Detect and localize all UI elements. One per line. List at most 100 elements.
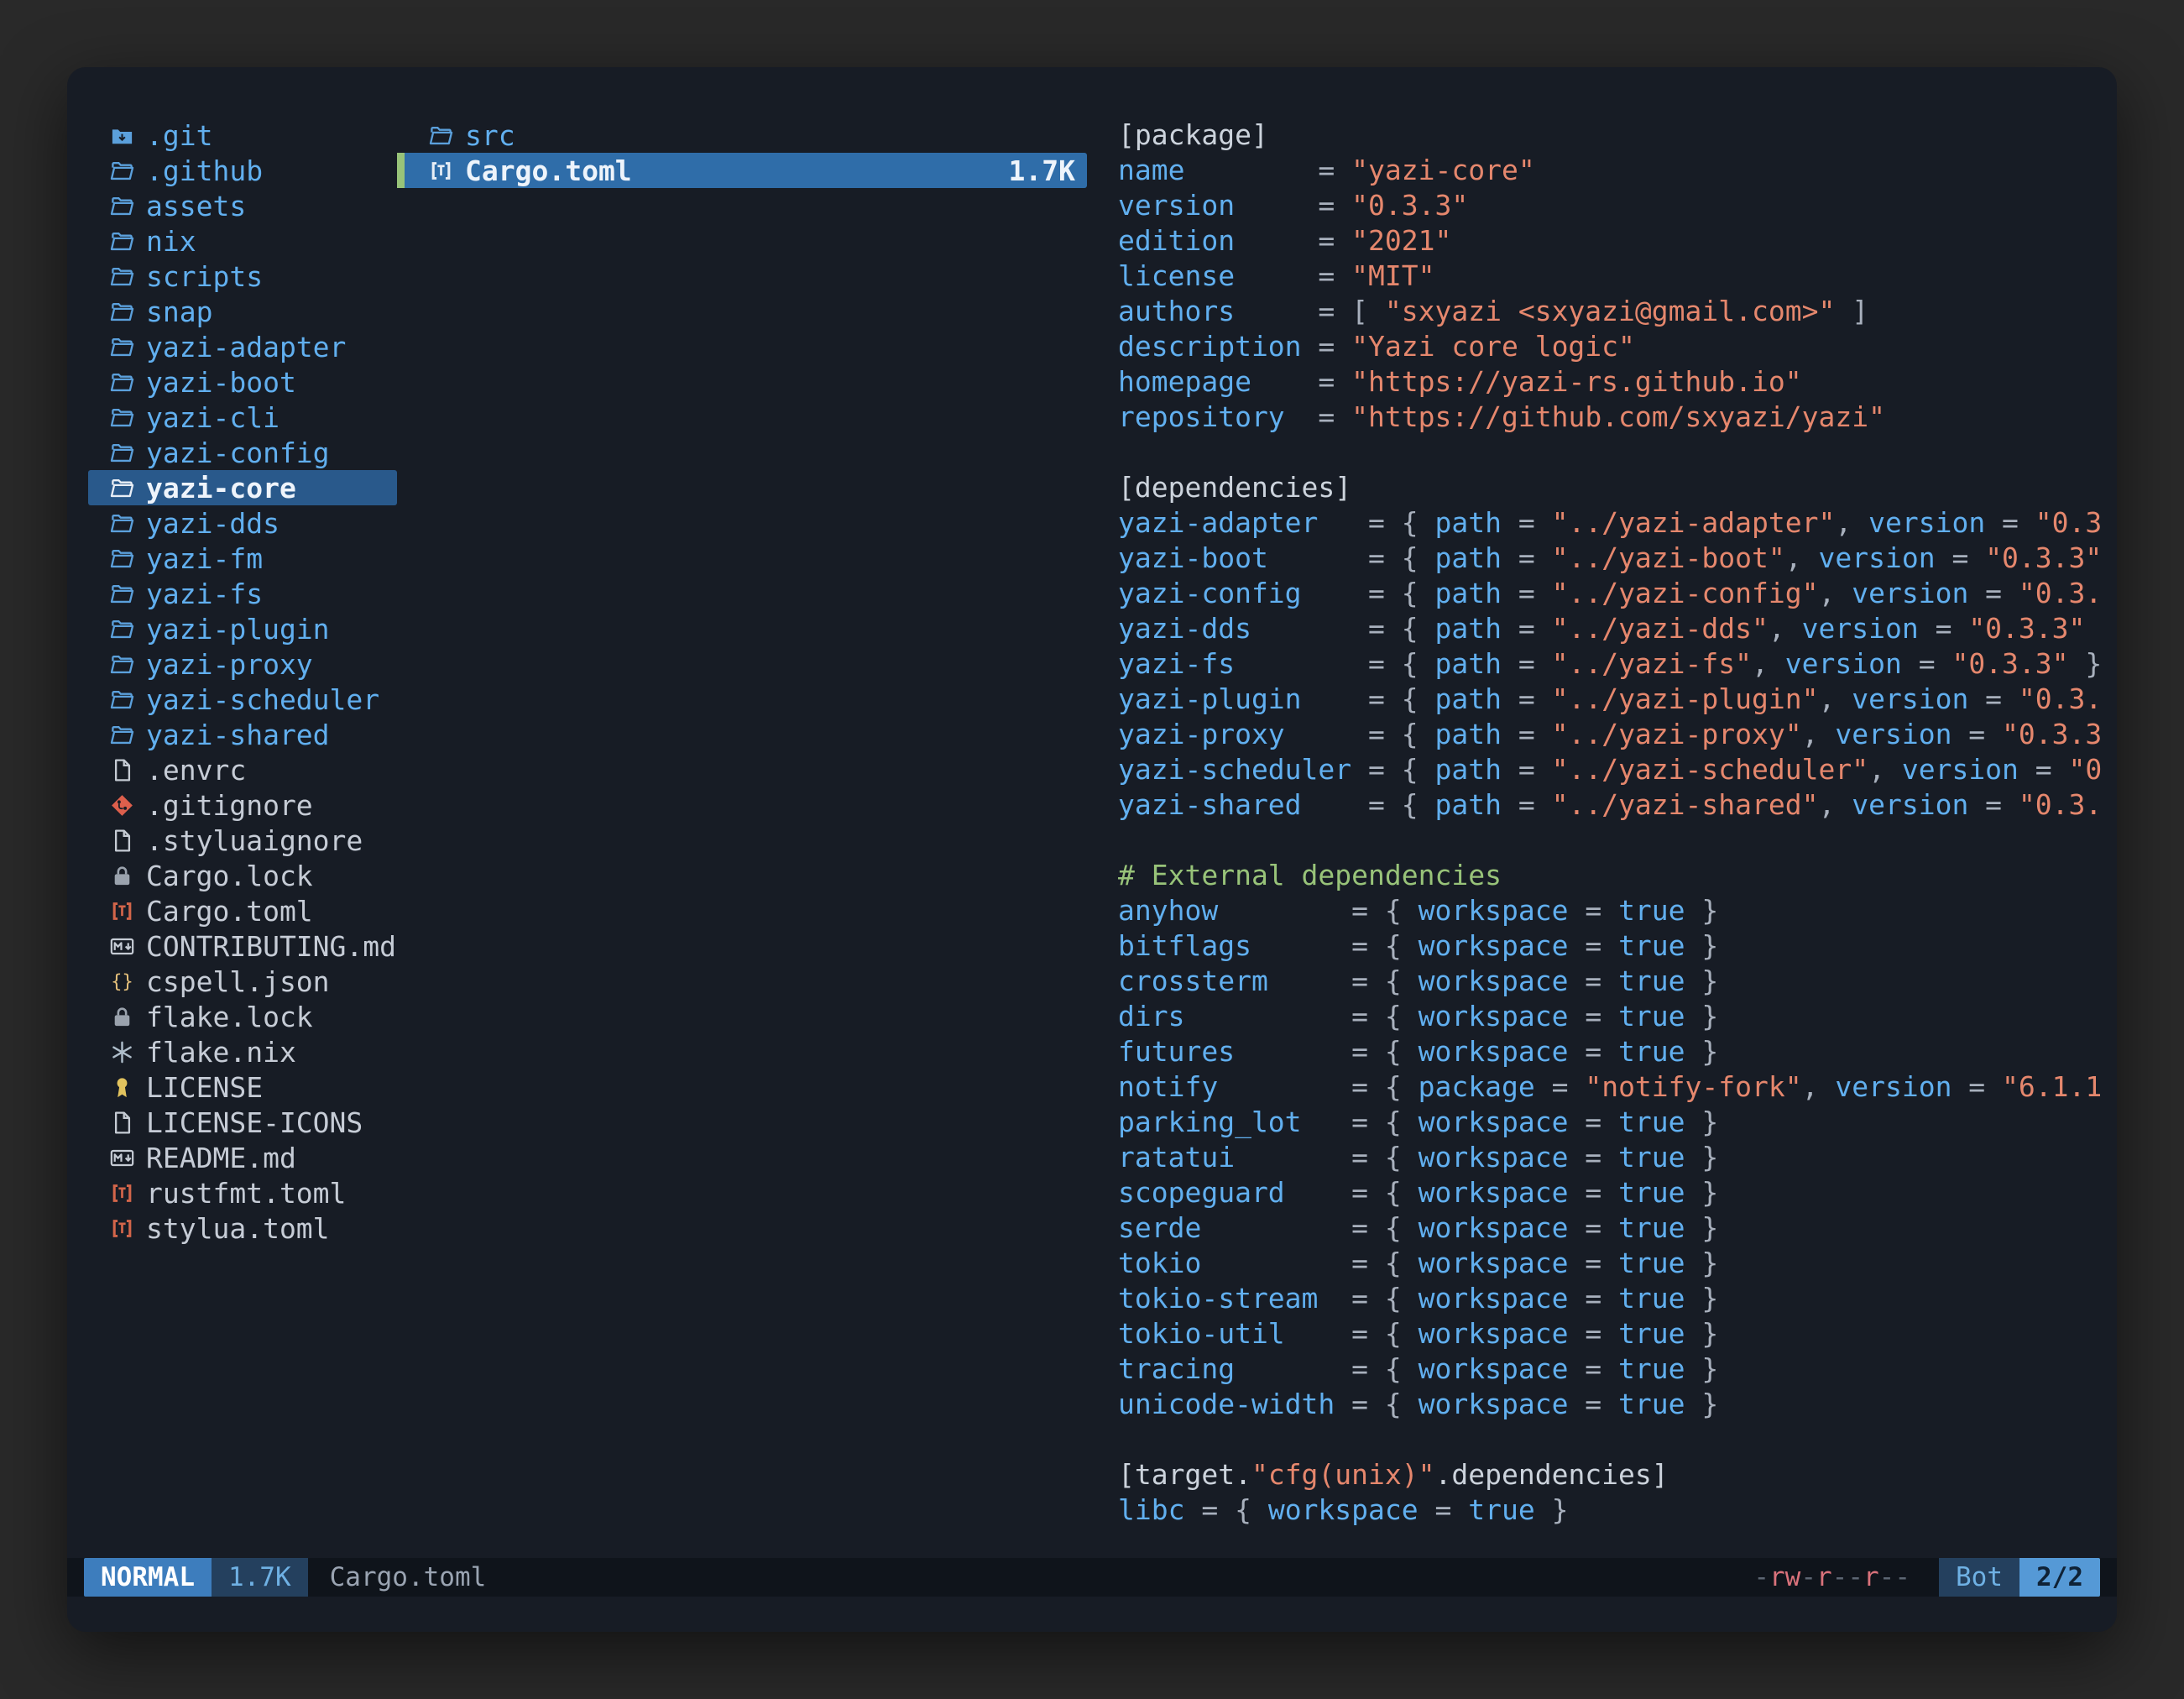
markdown-icon (109, 1145, 135, 1171)
file-row[interactable]: yazi-scheduler (88, 682, 397, 717)
file-row[interactable]: Cargo.toml (88, 893, 397, 928)
folder-icon (109, 158, 135, 184)
preview-line: yazi-plugin = { path = "../yazi-plugin",… (1118, 682, 2110, 717)
file-row[interactable]: Cargo.toml 1.7K (397, 153, 1087, 188)
preview-line (1118, 435, 2110, 470)
folder-icon (109, 264, 135, 290)
file-name: flake.nix (146, 1036, 296, 1069)
file-name: src (465, 119, 515, 152)
folder-icon (109, 616, 135, 642)
file-row[interactable]: yazi-fm (88, 541, 397, 576)
file-row[interactable]: .envrc (88, 752, 397, 787)
preview-line: notify = { package = "notify-fork", vers… (1118, 1069, 2110, 1105)
preview-line: scopeguard = { workspace = true } (1118, 1175, 2110, 1210)
file-row[interactable]: yazi-core (88, 470, 397, 505)
file-name: .git (146, 119, 212, 152)
file-row[interactable]: .styluaignore (88, 823, 397, 858)
preview-line: yazi-scheduler = { path = "../yazi-sched… (1118, 752, 2110, 787)
file-name: yazi-fs (146, 578, 263, 610)
file-row[interactable]: yazi-shared (88, 717, 397, 752)
preview-line: crossterm = { workspace = true } (1118, 964, 2110, 999)
lock-icon (109, 1004, 135, 1030)
git-icon (109, 792, 135, 818)
file-name: snap (146, 295, 212, 328)
file-row[interactable]: LICENSE-ICONS (88, 1105, 397, 1140)
folder-icon (109, 546, 135, 572)
file-row[interactable]: .gitignore (88, 787, 397, 823)
preview-line: authors = [ "sxyazi <sxyazi@gmail.com>" … (1118, 294, 2110, 329)
file-row[interactable]: yazi-fs (88, 576, 397, 611)
current-pane: srcCargo.toml 1.7K (397, 118, 1087, 1553)
toml-icon (109, 1215, 135, 1242)
file-row[interactable]: yazi-dds (88, 505, 397, 541)
folder-icon (109, 722, 135, 748)
file-name: .envrc (146, 754, 246, 787)
folder-icon (109, 405, 135, 431)
file-row[interactable]: rustfmt.toml (88, 1175, 397, 1210)
toml-icon (109, 898, 135, 924)
preview-line: serde = { workspace = true } (1118, 1210, 2110, 1246)
toml-icon (109, 1180, 135, 1206)
folder-icon (109, 228, 135, 254)
file-row[interactable]: README.md (88, 1140, 397, 1175)
nix-icon (109, 1039, 135, 1065)
file-name: yazi-cli (146, 401, 280, 434)
file-row[interactable]: yazi-cli (88, 400, 397, 435)
file-row[interactable]: Cargo.lock (88, 858, 397, 893)
folder-icon (109, 193, 135, 219)
preview-line: unicode-width = { workspace = true } (1118, 1387, 2110, 1422)
folder-icon (109, 369, 135, 395)
file-row[interactable]: CONTRIBUTING.md (88, 928, 397, 964)
folder-icon (109, 651, 135, 677)
file-row[interactable]: snap (88, 294, 397, 329)
braces-icon: {} (109, 969, 135, 995)
file-name: Cargo.lock (146, 860, 313, 892)
preview-line: version = "0.3.3" (1118, 188, 2110, 223)
file-row[interactable]: yazi-config (88, 435, 397, 470)
preview-line: tokio = { workspace = true } (1118, 1246, 2110, 1281)
file-row[interactable]: scripts (88, 259, 397, 294)
preview-line: tokio-stream = { workspace = true } (1118, 1281, 2110, 1316)
file-row[interactable]: .git (88, 118, 397, 153)
lock-icon (109, 863, 135, 889)
file-name: Cargo.toml (465, 154, 632, 187)
preview-line: tracing = { workspace = true } (1118, 1351, 2110, 1387)
preview-line: libc = { workspace = true } (1118, 1493, 2110, 1528)
file-size-badge: 1.7K (212, 1558, 308, 1597)
file-name: yazi-plugin (146, 613, 330, 646)
file-row[interactable]: yazi-adapter (88, 329, 397, 364)
folder-icon (109, 299, 135, 325)
file-name: Cargo.toml (146, 895, 313, 928)
file-row[interactable]: assets (88, 188, 397, 223)
file-row[interactable]: {} cspell.json (88, 964, 397, 999)
parent-pane: .git.githubassetsnixscriptssnapyazi-adap… (67, 118, 397, 1553)
file-icon (109, 828, 135, 854)
file-name: cspell.json (146, 965, 330, 998)
svg-text:{}: {} (111, 971, 133, 992)
file-row[interactable]: flake.nix (88, 1034, 397, 1069)
file-manager-panes: .git.githubassetsnixscriptssnapyazi-adap… (67, 118, 2117, 1553)
file-name: yazi-boot (146, 366, 296, 399)
preview-line: tokio-util = { workspace = true } (1118, 1316, 2110, 1351)
file-row[interactable]: .github (88, 153, 397, 188)
cursor-marker (397, 153, 405, 188)
file-name: .styluaignore (146, 824, 363, 857)
file-row[interactable]: yazi-proxy (88, 646, 397, 682)
license-icon (109, 1074, 135, 1100)
file-icon (109, 1110, 135, 1136)
file-row[interactable]: stylua.toml (88, 1210, 397, 1246)
preview-line: yazi-config = { path = "../yazi-config",… (1118, 576, 2110, 611)
status-spacer (486, 1558, 1753, 1597)
file-size: 1.7K (1009, 154, 1087, 187)
file-name: yazi-adapter (146, 331, 346, 363)
preview-line: yazi-adapter = { path = "../yazi-adapter… (1118, 505, 2110, 541)
file-row[interactable]: src (397, 118, 1087, 153)
file-row[interactable]: flake.lock (88, 999, 397, 1034)
file-row[interactable]: nix (88, 223, 397, 259)
file-row[interactable]: LICENSE (88, 1069, 397, 1105)
file-row[interactable]: yazi-boot (88, 364, 397, 400)
file-row[interactable]: yazi-plugin (88, 611, 397, 646)
preview-line: yazi-shared = { path = "../yazi-shared",… (1118, 787, 2110, 823)
file-name: LICENSE (146, 1071, 263, 1104)
file-name: rustfmt.toml (146, 1177, 346, 1210)
